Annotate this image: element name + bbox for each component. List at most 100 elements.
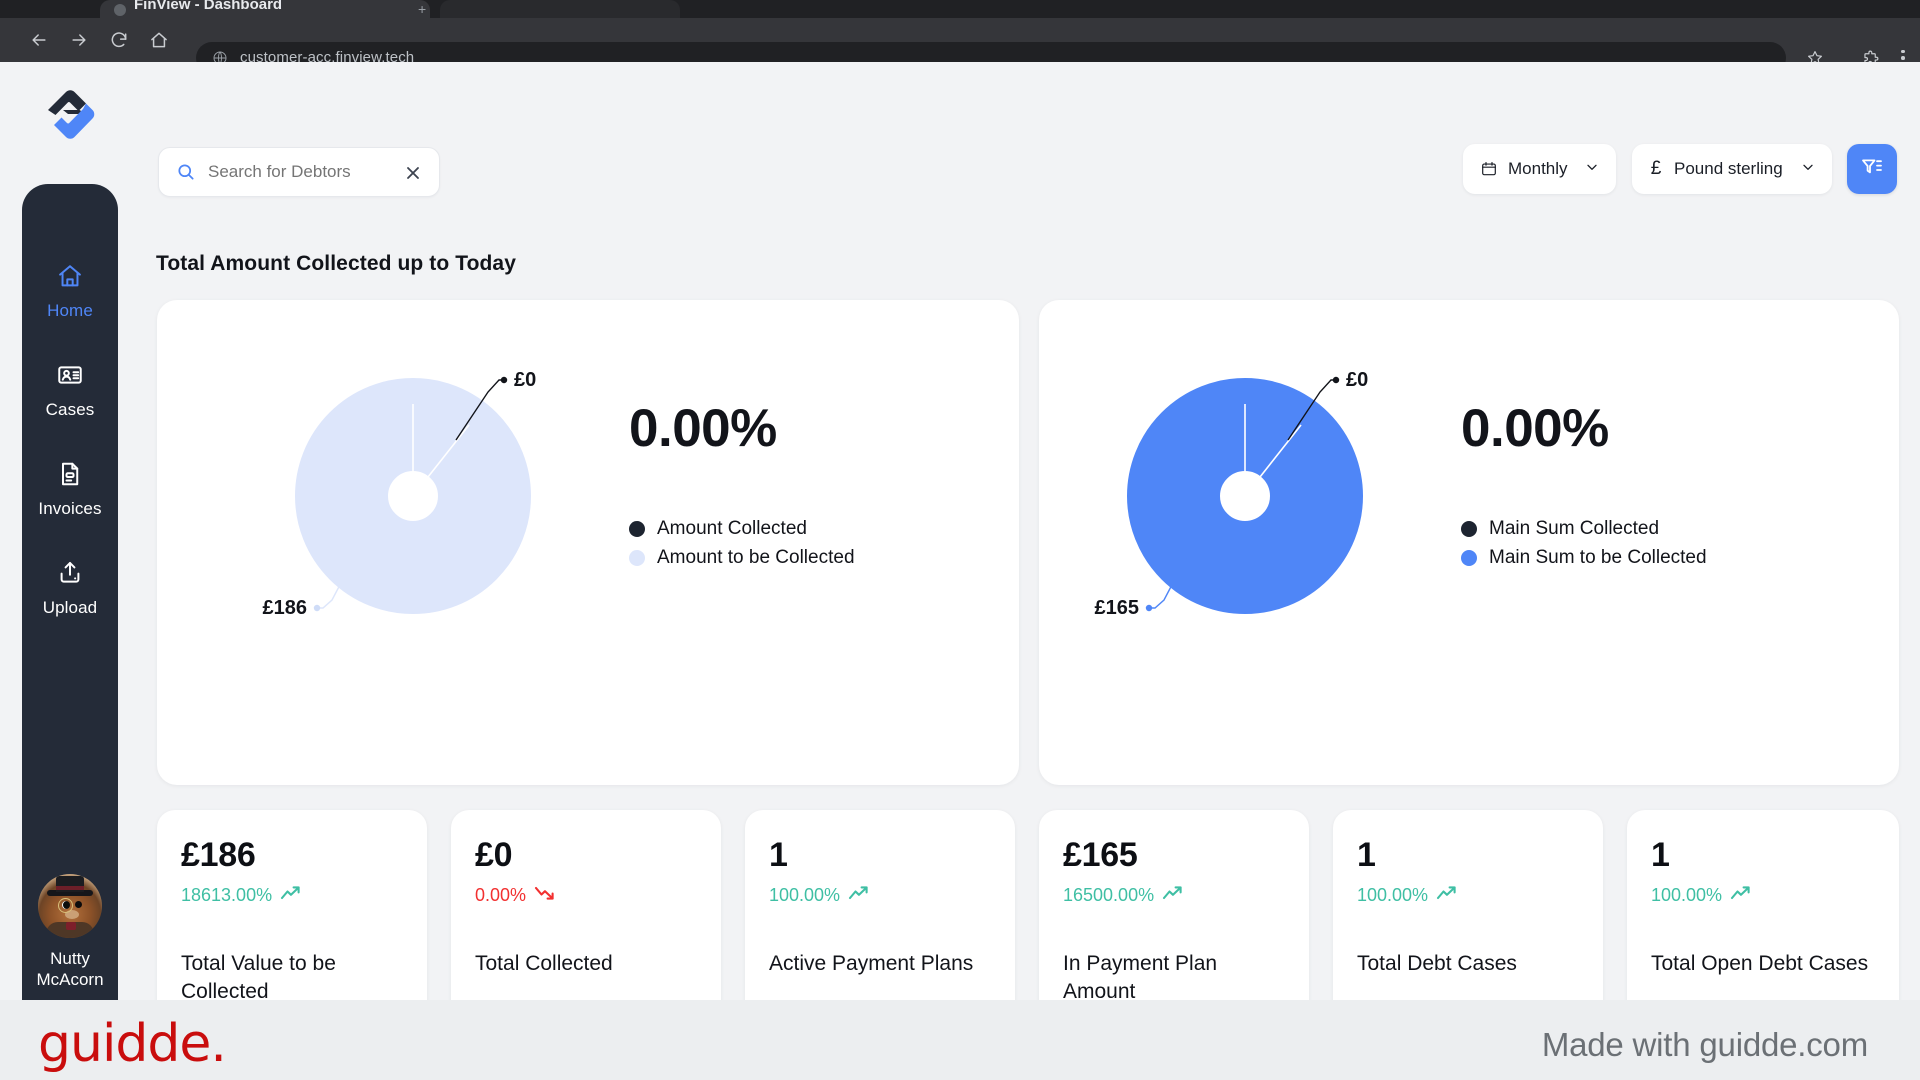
- user-name-last: McAcorn: [36, 970, 104, 990]
- kpi-label: Active Payment Plans: [769, 952, 974, 975]
- kpi-value: £165: [1063, 836, 1138, 874]
- chart-legend-right: Main Sum Collected Main Sum to be Collec…: [1461, 518, 1707, 569]
- kpi-delta: 0.00%: [475, 885, 527, 905]
- home-icon[interactable]: [145, 26, 173, 54]
- kpi-label: Total Value to be Collected: [181, 952, 336, 1003]
- page-title: Total Amount Collected up to Today: [156, 252, 516, 275]
- legend-label-main-sum-to-be-collected: Main Sum to be Collected: [1489, 547, 1707, 568]
- donut-label-to-be-collected-right: £165: [1095, 597, 1140, 619]
- legend-dot-collected: [629, 521, 645, 537]
- legend-item[interactable]: Main Sum Collected: [1461, 518, 1707, 540]
- filter-icon: [1860, 155, 1884, 184]
- donut-label-collected-left: £0: [514, 369, 536, 391]
- kpi-label: Total Debt Cases: [1357, 952, 1517, 975]
- browser-nav-row: customer-acc.finview.tech: [0, 18, 1920, 74]
- kpi-value: £0: [475, 836, 513, 874]
- tab-favicon-icon: [114, 4, 126, 16]
- avatar: [38, 874, 102, 938]
- back-arrow-icon[interactable]: [25, 26, 53, 54]
- legend-item[interactable]: Main Sum to be Collected: [1461, 547, 1707, 569]
- trend-up-icon: [1436, 885, 1458, 906]
- kpi-delta: 16500.00%: [1063, 885, 1155, 905]
- kpi-delta: 18613.00%: [181, 885, 273, 905]
- user-profile[interactable]: Nutty McAcorn: [22, 874, 118, 991]
- sidebar-item-label-cases: Cases: [45, 400, 95, 419]
- kpi-delta-row: 18613.00%: [181, 885, 403, 906]
- chart-percentage-right: 0.00%: [1461, 399, 1609, 458]
- house-icon: [54, 260, 86, 292]
- kpi-label: Total Collected: [475, 952, 613, 975]
- legend-label-collected: Amount Collected: [657, 518, 807, 539]
- kpi-delta: 100.00%: [769, 885, 841, 905]
- sidebar-item-label-home: Home: [47, 301, 93, 320]
- donut-chart-total-amount: £0 £186: [157, 300, 1019, 785]
- sidebar-item-cases[interactable]: Cases: [22, 359, 118, 420]
- legend-item[interactable]: Amount Collected: [629, 518, 855, 540]
- search-box[interactable]: [158, 147, 440, 197]
- reload-icon[interactable]: [105, 26, 133, 54]
- kpi-delta: 100.00%: [1651, 885, 1723, 905]
- trend-up-icon: [1730, 885, 1752, 906]
- kpi-delta-row: 16500.00%: [1063, 885, 1285, 906]
- donut-label-collected-right: £0: [1346, 369, 1368, 391]
- calendar-icon: [1479, 160, 1498, 179]
- sidebar-item-home[interactable]: Home: [22, 260, 118, 321]
- legend-dot-to-be-collected: [629, 550, 645, 566]
- kpi-value: 1: [1651, 836, 1670, 874]
- chevron-down-icon: [1584, 159, 1600, 180]
- new-tab-button[interactable]: +: [418, 1, 426, 17]
- kpi-value: 1: [769, 836, 788, 874]
- currency-dropdown[interactable]: £ Pound sterling: [1632, 144, 1832, 194]
- app-page: Home Cases Invoices Upload Nutty McAcorn…: [0, 62, 1920, 1055]
- tab-strip: FinView - Dashboard +: [0, 0, 1920, 18]
- donut-label-to-be-collected-left: £186: [263, 597, 308, 619]
- sidebar-item-label-upload: Upload: [42, 598, 98, 617]
- chart-legend-left: Amount Collected Amount to be Collected: [629, 518, 855, 569]
- kpi-label: Total Open Debt Cases: [1651, 952, 1869, 975]
- kpi-delta-row: 0.00%: [475, 885, 697, 906]
- legend-label-to-be-collected: Amount to be Collected: [657, 547, 855, 568]
- sidebar-item-upload[interactable]: Upload: [22, 557, 118, 618]
- close-icon[interactable]: [403, 163, 423, 183]
- user-name-first: Nutty: [50, 949, 90, 968]
- search-input[interactable]: [208, 162, 388, 182]
- user-name: Nutty McAcorn: [27, 948, 113, 991]
- period-dropdown-label: Monthly: [1508, 159, 1568, 178]
- chart-card-total-amount: £0 £186 0.00% Amount Collected Amount to…: [157, 300, 1019, 785]
- document-icon: [54, 458, 86, 490]
- legend-item[interactable]: Amount to be Collected: [629, 547, 855, 569]
- kpi-value: £186: [181, 836, 256, 874]
- trend-up-icon: [280, 885, 302, 906]
- forward-arrow-icon[interactable]: [65, 26, 93, 54]
- id-card-icon: [54, 359, 86, 391]
- currency-dropdown-label: Pound sterling: [1674, 159, 1783, 178]
- legend-dot-main-sum-collected: [1461, 521, 1477, 537]
- chevron-down-icon: [1800, 159, 1816, 180]
- magnifier-icon: [176, 162, 196, 182]
- chart-card-main-sum: £0 £165 0.00% Main Sum Collected Main Su…: [1039, 300, 1899, 785]
- legend-dot-main-sum-to-be-collected: [1461, 550, 1477, 566]
- tab-title: FinView - Dashboard: [134, 0, 283, 13]
- kpi-delta-row: 100.00%: [1651, 885, 1875, 906]
- trend-up-icon: [1162, 885, 1184, 906]
- period-dropdown[interactable]: Monthly: [1463, 144, 1616, 194]
- legend-label-main-sum-collected: Main Sum Collected: [1489, 518, 1660, 539]
- guidde-logo: guidde.: [38, 1014, 227, 1074]
- guidde-banner: guidde. Made with guidde.com: [0, 1000, 1920, 1080]
- browser-tab-active[interactable]: FinView - Dashboard: [100, 0, 430, 18]
- made-with-guidde-text: Made with guidde.com: [1541, 1026, 1868, 1063]
- kpi-delta: 100.00%: [1357, 885, 1429, 905]
- upload-icon: [54, 557, 86, 589]
- sidebar-item-invoices[interactable]: Invoices: [22, 458, 118, 519]
- filter-button[interactable]: [1847, 144, 1897, 194]
- browser-tab-secondary[interactable]: [440, 0, 680, 18]
- chart-percentage-left: 0.00%: [629, 399, 777, 458]
- trend-down-icon: [534, 885, 556, 906]
- kpi-label: In Payment Plan Amount: [1063, 952, 1218, 1003]
- kpi-delta-row: 100.00%: [1357, 885, 1579, 906]
- finview-logo: [36, 84, 98, 150]
- currency-symbol: £: [1650, 158, 1662, 179]
- browser-chrome: FinView - Dashboard + customer-acc.finvi…: [0, 0, 1920, 74]
- kpi-value: 1: [1357, 836, 1376, 874]
- trend-up-icon: [848, 885, 870, 906]
